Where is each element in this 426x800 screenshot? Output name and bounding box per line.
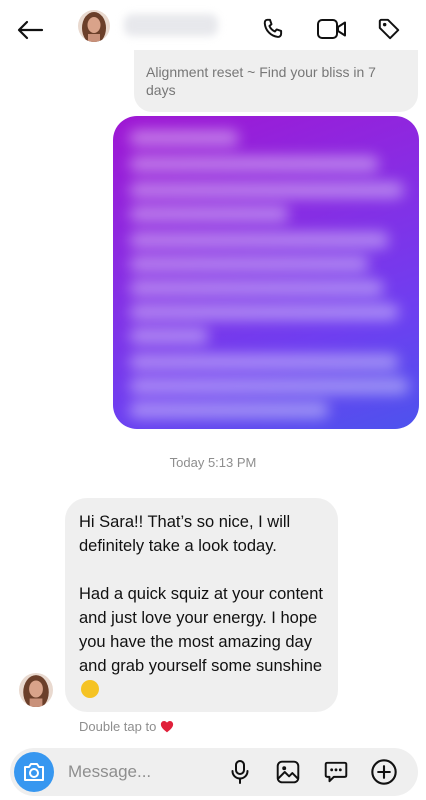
contact-name-redacted[interactable]	[124, 14, 218, 36]
blurred-text-line	[129, 378, 409, 394]
gallery-icon	[276, 760, 300, 784]
blurred-text-line	[129, 156, 379, 172]
previous-message-bubble[interactable]: Alignment reset ~ Find your bliss in 7 d…	[134, 50, 418, 112]
blurred-text-line	[129, 280, 384, 296]
message-timestamp: Today 5:13 PM	[169, 455, 257, 470]
double-tap-text: Double tap to	[79, 719, 157, 734]
shared-media-card[interactable]	[113, 116, 419, 429]
hugging-face-emoji-icon	[81, 680, 99, 698]
reply-message-bubble[interactable]: Hi Sara!! That’s so nice, I will definit…	[65, 498, 338, 712]
back-button[interactable]	[12, 12, 48, 48]
video-call-button[interactable]	[315, 12, 349, 46]
phone-icon	[263, 18, 283, 38]
blurred-text-line	[129, 206, 289, 222]
blurred-text-line	[129, 130, 239, 146]
sender-avatar[interactable]	[19, 673, 53, 707]
heart-icon	[161, 720, 174, 733]
gallery-button[interactable]	[274, 758, 302, 786]
contact-avatar[interactable]	[78, 10, 110, 42]
blurred-text-line	[129, 354, 399, 370]
blurred-text-line	[129, 304, 399, 320]
audio-call-button[interactable]	[256, 12, 290, 46]
blurred-text-line	[129, 328, 209, 344]
message-input[interactable]	[68, 760, 218, 784]
more-options-button[interactable]	[370, 758, 398, 786]
camera-button[interactable]	[14, 752, 54, 792]
blurred-text-line	[129, 256, 369, 272]
sticker-button[interactable]	[322, 758, 350, 786]
label-button[interactable]	[372, 12, 406, 46]
sticker-icon	[324, 761, 348, 783]
back-arrow-icon	[17, 20, 44, 40]
tag-icon	[378, 18, 400, 40]
blurred-text-line	[129, 182, 404, 198]
blurred-text-line	[129, 232, 389, 248]
voice-message-button[interactable]	[226, 758, 254, 786]
video-camera-icon	[317, 19, 346, 39]
reply-message-text: Hi Sara!! That’s so nice, I will definit…	[79, 513, 323, 675]
camera-icon	[24, 763, 44, 781]
microphone-icon	[231, 760, 249, 784]
double-tap-hint: Double tap to	[79, 719, 174, 734]
blurred-text-line	[129, 402, 329, 418]
plus-icon	[371, 759, 397, 785]
message-composer	[10, 748, 418, 796]
previous-message-text: Alignment reset ~ Find your bliss in 7 d…	[146, 64, 376, 98]
